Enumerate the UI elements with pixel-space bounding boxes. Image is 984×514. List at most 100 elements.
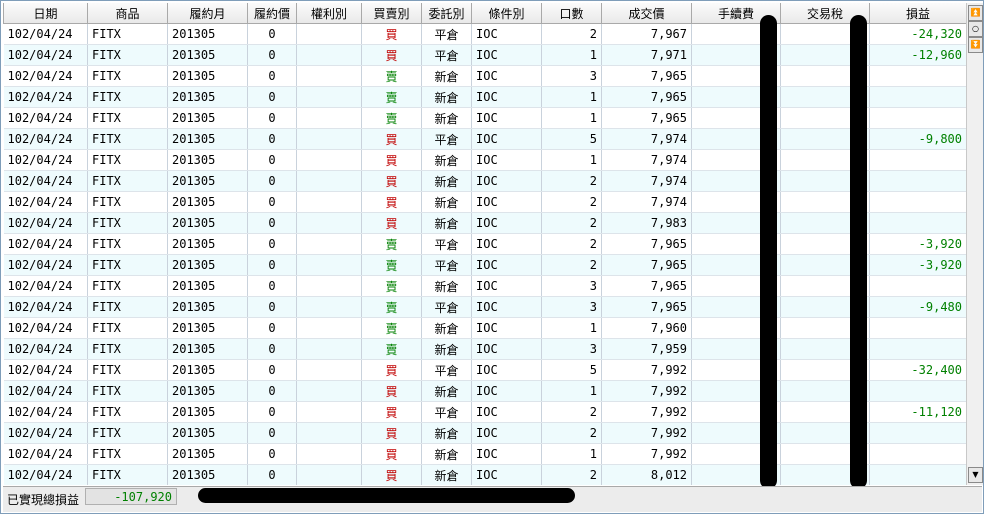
- table-row[interactable]: 102/04/24 FITX 201305 0 賣新倉 IOC 3 7,965: [3, 65, 966, 87]
- table-row[interactable]: 102/04/24 FITX 201305 0 買新倉 IOC 1 7,974: [3, 149, 966, 171]
- cell-month: 201305: [167, 380, 248, 402]
- cell-condition: IOC: [471, 422, 542, 444]
- table-row[interactable]: 102/04/24 FITX 201305 0 賣平倉 IOC 2 7,965 -3,920: [3, 254, 966, 276]
- cell-pnl: [869, 191, 966, 213]
- cell-price: 7,983: [601, 212, 692, 234]
- cell-qty: 1: [541, 86, 602, 108]
- cell-order-type: 新倉: [421, 443, 472, 465]
- table-row[interactable]: 102/04/24 FITX 201305 0 賣新倉 IOC 1 7,965: [3, 107, 966, 129]
- cell-month: 201305: [167, 149, 248, 171]
- cell-strike: 0: [247, 191, 297, 213]
- cell-strike: 0: [247, 338, 297, 360]
- table-row[interactable]: 102/04/24 FITX 201305 0 買平倉 IOC 2 7,992 -11,120: [3, 401, 966, 423]
- col-header-pnl[interactable]: 損益: [869, 3, 966, 24]
- trade-table: 日期 商品 履約月 履約價 權利別 買賣別 委託別 條件別 口數 成交價 手續費…: [3, 3, 966, 485]
- vertical-scrollbar[interactable]: ⏫ ○ ⏬ ▼: [966, 3, 983, 485]
- cell-strike: 0: [247, 275, 297, 297]
- cell-side: 買: [361, 464, 422, 485]
- cell-condition: IOC: [471, 191, 542, 213]
- cell-order-type: 新倉: [421, 317, 472, 339]
- table-row[interactable]: 102/04/24 FITX 201305 0 買新倉 IOC 1 7,992: [3, 380, 966, 402]
- cell-product: FITX: [87, 107, 168, 129]
- cell-pnl: -11,120: [869, 401, 966, 423]
- cell-order-type: 新倉: [421, 191, 472, 213]
- cell-month: 201305: [167, 191, 248, 213]
- cell-price: 7,965: [601, 107, 692, 129]
- double-up-arrow-icon[interactable]: ⏫: [968, 5, 983, 21]
- cell-price: 7,967: [601, 23, 692, 45]
- table-row[interactable]: 102/04/24 FITX 201305 0 賣平倉 IOC 3 7,965 -9,480: [3, 296, 966, 318]
- cell-product: FITX: [87, 359, 168, 381]
- table-row[interactable]: 102/04/24 FITX 201305 0 賣新倉 IOC 1 7,965: [3, 86, 966, 108]
- cell-right: [296, 128, 362, 150]
- table-row[interactable]: 102/04/24 FITX 201305 0 買新倉 IOC 1 7,992: [3, 443, 966, 465]
- col-header-right[interactable]: 權利別: [296, 3, 362, 24]
- cell-price: 7,992: [601, 359, 692, 381]
- table-row[interactable]: 102/04/24 FITX 201305 0 買新倉 IOC 2 7,974: [3, 191, 966, 213]
- cell-pnl: -12,960: [869, 44, 966, 66]
- table-row[interactable]: 102/04/24 FITX 201305 0 買平倉 IOC 2 7,967 -24,320: [3, 23, 966, 45]
- table-row[interactable]: 102/04/24 FITX 201305 0 買平倉 IOC 1 7,971 -12,960: [3, 44, 966, 66]
- down-arrow-icon[interactable]: ▼: [968, 467, 983, 483]
- cell-side: 買: [361, 443, 422, 465]
- cell-pnl: [869, 170, 966, 192]
- cell-month: 201305: [167, 128, 248, 150]
- cell-qty: 2: [541, 23, 602, 45]
- col-header-month[interactable]: 履約月: [167, 3, 248, 24]
- cell-order-type: 新倉: [421, 338, 472, 360]
- cell-qty: 2: [541, 422, 602, 444]
- cell-date: 102/04/24: [3, 401, 88, 423]
- cell-pnl: [869, 212, 966, 234]
- cell-right: [296, 233, 362, 255]
- circle-icon[interactable]: ○: [968, 21, 983, 37]
- table-row[interactable]: 102/04/24 FITX 201305 0 買新倉 IOC 2 7,992: [3, 422, 966, 444]
- cell-qty: 3: [541, 338, 602, 360]
- double-down-arrow-icon[interactable]: ⏬: [968, 37, 983, 53]
- cell-strike: 0: [247, 422, 297, 444]
- table-row[interactable]: 102/04/24 FITX 201305 0 賣新倉 IOC 3 7,959: [3, 338, 966, 360]
- cell-condition: IOC: [471, 380, 542, 402]
- cell-product: FITX: [87, 443, 168, 465]
- trade-grid[interactable]: 日期 商品 履約月 履約價 權利別 買賣別 委託別 條件別 口數 成交價 手續費…: [3, 3, 966, 485]
- table-row[interactable]: 102/04/24 FITX 201305 0 賣平倉 IOC 2 7,965 -3,920: [3, 233, 966, 255]
- cell-order-type: 新倉: [421, 464, 472, 485]
- cell-order-type: 新倉: [421, 149, 472, 171]
- table-row[interactable]: 102/04/24 FITX 201305 0 買新倉 IOC 2 8,012: [3, 464, 966, 485]
- cell-pnl: [869, 380, 966, 402]
- cell-price: 7,959: [601, 338, 692, 360]
- table-row[interactable]: 102/04/24 FITX 201305 0 買新倉 IOC 2 7,974: [3, 170, 966, 192]
- col-header-qty[interactable]: 口數: [541, 3, 602, 24]
- cell-qty: 1: [541, 149, 602, 171]
- col-header-strike[interactable]: 履約價: [247, 3, 297, 24]
- cell-pnl: [869, 107, 966, 129]
- col-header-order-type[interactable]: 委託別: [421, 3, 472, 24]
- cell-order-type: 新倉: [421, 107, 472, 129]
- cell-date: 102/04/24: [3, 317, 88, 339]
- col-header-product[interactable]: 商品: [87, 3, 168, 24]
- cell-right: [296, 338, 362, 360]
- cell-side: 買: [361, 149, 422, 171]
- col-header-side[interactable]: 買賣別: [361, 3, 422, 24]
- cell-order-type: 平倉: [421, 401, 472, 423]
- cell-price: 7,965: [601, 254, 692, 276]
- cell-qty: 2: [541, 170, 602, 192]
- col-header-date[interactable]: 日期: [3, 3, 88, 24]
- cell-right: [296, 359, 362, 381]
- table-row[interactable]: 102/04/24 FITX 201305 0 買新倉 IOC 2 7,983: [3, 212, 966, 234]
- table-row[interactable]: 102/04/24 FITX 201305 0 買平倉 IOC 5 7,992 -32,400: [3, 359, 966, 381]
- table-row[interactable]: 102/04/24 FITX 201305 0 買平倉 IOC 5 7,974 -9,800: [3, 128, 966, 150]
- cell-product: FITX: [87, 296, 168, 318]
- cell-pnl: -32,400: [869, 359, 966, 381]
- col-header-condition[interactable]: 條件別: [471, 3, 542, 24]
- cell-order-type: 新倉: [421, 212, 472, 234]
- cell-price: 7,974: [601, 191, 692, 213]
- cell-month: 201305: [167, 464, 248, 485]
- redaction-bar-fee: [760, 15, 777, 489]
- cell-date: 102/04/24: [3, 359, 88, 381]
- table-row[interactable]: 102/04/24 FITX 201305 0 賣新倉 IOC 3 7,965: [3, 275, 966, 297]
- cell-order-type: 平倉: [421, 128, 472, 150]
- cell-date: 102/04/24: [3, 149, 88, 171]
- col-header-price[interactable]: 成交價: [601, 3, 692, 24]
- cell-date: 102/04/24: [3, 107, 88, 129]
- table-row[interactable]: 102/04/24 FITX 201305 0 賣新倉 IOC 1 7,960: [3, 317, 966, 339]
